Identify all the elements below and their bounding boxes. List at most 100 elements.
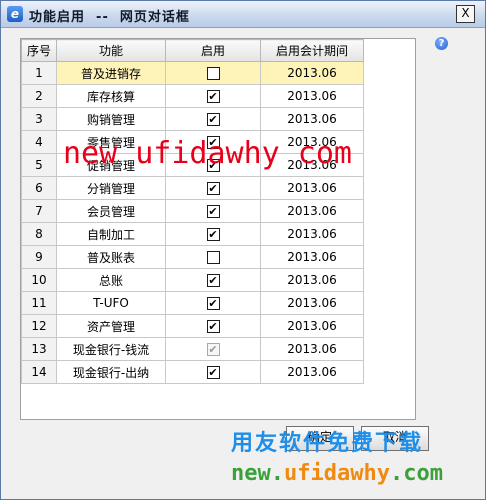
row-number: 13: [21, 337, 57, 361]
enable-cell: ✔: [165, 360, 261, 384]
table-row[interactable]: 12 资产管理 ✔ 2013.06: [21, 314, 364, 338]
enable-checkbox[interactable]: ✔: [206, 228, 220, 241]
row-number: 8: [21, 222, 57, 246]
enable-cell: ✔: [165, 268, 261, 292]
enable-cell: ✔: [165, 337, 261, 361]
function-name: 普及进销存: [56, 61, 166, 85]
enable-checkbox[interactable]: ✔: [206, 205, 220, 218]
enable-checkbox: ✔: [206, 343, 220, 356]
enable-checkbox[interactable]: [206, 67, 220, 80]
function-name: 购销管理: [56, 107, 166, 131]
enable-cell: ✔: [165, 314, 261, 338]
table-row[interactable]: 11 T-UFO ✔ 2013.06: [21, 291, 364, 315]
enable-period: 2013.06: [260, 199, 364, 223]
enable-period: 2013.06: [260, 222, 364, 246]
table-row[interactable]: 5 促销管理 ✔ 2013.06: [21, 153, 364, 177]
enable-cell: [165, 245, 261, 269]
table-row[interactable]: 2 库存核算 ✔ 2013.06: [21, 84, 364, 108]
enable-period: 2013.06: [260, 268, 364, 292]
table-row[interactable]: 7 会员管理 ✔ 2013.06: [21, 199, 364, 223]
enable-checkbox[interactable]: ✔: [206, 90, 220, 103]
function-table: 序号 功能 启用 启用会计期间 1 普及进销存 2013.06 2 库存核算 ✔ 2013.…: [21, 39, 364, 384]
table-header-row: 序号 功能 启用 启用会计期间: [21, 39, 364, 62]
enable-period: 2013.06: [260, 360, 364, 384]
table-row[interactable]: 8 自制加工 ✔ 2013.06: [21, 222, 364, 246]
header-no: 序号: [21, 39, 57, 62]
header-period: 启用会计期间: [260, 39, 364, 62]
enable-checkbox[interactable]: [206, 251, 220, 264]
enable-checkbox[interactable]: ✔: [206, 297, 220, 310]
watermark-line2: new.ufidawhy.com: [231, 461, 443, 486]
enable-cell: ✔: [165, 107, 261, 131]
enable-checkbox[interactable]: ✔: [206, 159, 220, 172]
enable-checkbox[interactable]: ✔: [206, 136, 220, 149]
row-number: 7: [21, 199, 57, 223]
row-number: 3: [21, 107, 57, 131]
watermark-line2-a: new.: [231, 461, 284, 486]
enable-cell: ✔: [165, 130, 261, 154]
enable-checkbox[interactable]: ✔: [206, 320, 220, 333]
enable-checkbox[interactable]: ✔: [206, 113, 220, 126]
function-name: 总账: [56, 268, 166, 292]
table-row[interactable]: 1 普及进销存 2013.06: [21, 61, 364, 85]
watermark-line2-c: .com: [389, 461, 443, 486]
title-bar: e 功能启用 -- 网页对话框 X: [1, 1, 485, 28]
row-number: 6: [21, 176, 57, 200]
function-name: 会员管理: [56, 199, 166, 223]
enable-checkbox[interactable]: ✔: [206, 182, 220, 195]
enable-period: 2013.06: [260, 337, 364, 361]
enable-cell: ✔: [165, 153, 261, 177]
table-row[interactable]: 6 分销管理 ✔ 2013.06: [21, 176, 364, 200]
enable-cell: [165, 61, 261, 85]
table-row[interactable]: 9 普及账表 2013.06: [21, 245, 364, 269]
function-name: 零售管理: [56, 130, 166, 154]
enable-period: 2013.06: [260, 107, 364, 131]
table-body: 1 普及进销存 2013.06 2 库存核算 ✔ 2013.06 3 购销管理 ✔ 2013.06 4…: [21, 61, 364, 384]
enable-checkbox[interactable]: ✔: [206, 274, 220, 287]
function-name: T-UFO: [56, 291, 166, 315]
row-number: 4: [21, 130, 57, 154]
enable-period: 2013.06: [260, 291, 364, 315]
row-number: 11: [21, 291, 57, 315]
enable-cell: ✔: [165, 291, 261, 315]
enable-period: 2013.06: [260, 130, 364, 154]
enable-cell: ✔: [165, 84, 261, 108]
enable-cell: ✔: [165, 199, 261, 223]
enable-period: 2013.06: [260, 153, 364, 177]
function-name: 现金银行-钱流: [56, 337, 166, 361]
function-name: 促销管理: [56, 153, 166, 177]
help-icon[interactable]: ?: [435, 37, 448, 50]
ok-button[interactable]: 确定: [286, 426, 354, 451]
function-name: 现金银行-出纳: [56, 360, 166, 384]
enable-cell: ✔: [165, 176, 261, 200]
enable-period: 2013.06: [260, 61, 364, 85]
enable-cell: ✔: [165, 222, 261, 246]
enable-checkbox[interactable]: ✔: [206, 366, 220, 379]
table-row[interactable]: 14 现金银行-出纳 ✔ 2013.06: [21, 360, 364, 384]
row-number: 9: [21, 245, 57, 269]
header-enable: 启用: [165, 39, 261, 62]
header-function: 功能: [56, 39, 166, 62]
row-number: 1: [21, 61, 57, 85]
cancel-button[interactable]: 取消: [361, 426, 429, 451]
row-number: 14: [21, 360, 57, 384]
function-name: 普及账表: [56, 245, 166, 269]
row-number: 2: [21, 84, 57, 108]
function-table-panel: 序号 功能 启用 启用会计期间 1 普及进销存 2013.06 2 库存核算 ✔ 2013.…: [20, 38, 416, 420]
row-number: 5: [21, 153, 57, 177]
table-row[interactable]: 13 现金银行-钱流 ✔ 2013.06: [21, 337, 364, 361]
table-row[interactable]: 4 零售管理 ✔ 2013.06: [21, 130, 364, 154]
function-name: 自制加工: [56, 222, 166, 246]
enable-period: 2013.06: [260, 314, 364, 338]
enable-period: 2013.06: [260, 84, 364, 108]
enable-period: 2013.06: [260, 245, 364, 269]
function-name: 资产管理: [56, 314, 166, 338]
watermark-line2-b: ufidawhy: [283, 461, 390, 486]
ie-icon: e: [7, 6, 23, 22]
table-row[interactable]: 10 总账 ✔ 2013.06: [21, 268, 364, 292]
enable-period: 2013.06: [260, 176, 364, 200]
function-name: 分销管理: [56, 176, 166, 200]
dialog-window: e 功能启用 -- 网页对话框 X ? 序号 功能 启用 启用会计期间 1 普及进…: [0, 0, 486, 500]
table-row[interactable]: 3 购销管理 ✔ 2013.06: [21, 107, 364, 131]
close-button[interactable]: X: [456, 5, 475, 23]
